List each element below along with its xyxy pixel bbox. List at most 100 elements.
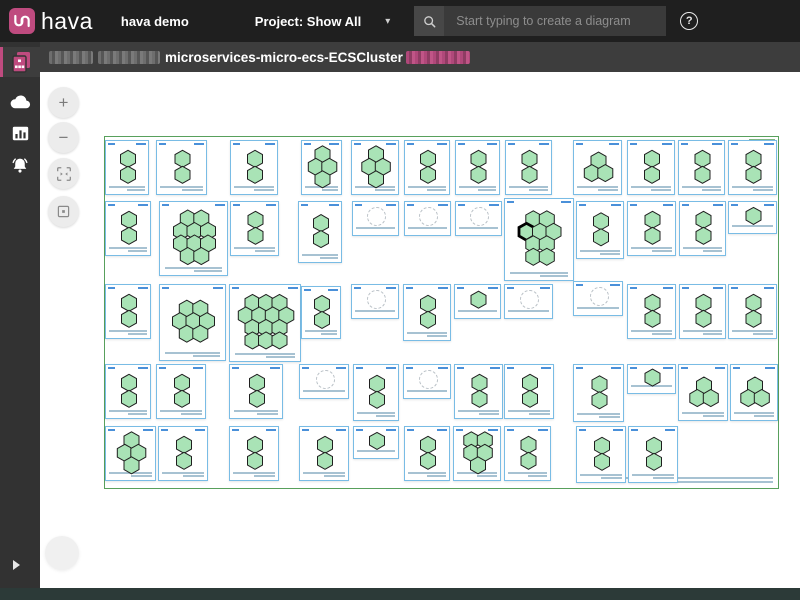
- subnet-box[interactable]: [728, 140, 777, 195]
- subnet-box[interactable]: [504, 364, 554, 419]
- zoom-in-button[interactable]: +: [48, 87, 79, 118]
- resource-hexagon[interactable]: [746, 166, 761, 183]
- subnet-box[interactable]: [301, 140, 342, 195]
- help-icon[interactable]: ?: [680, 12, 698, 30]
- resource-hexagon[interactable]: [526, 248, 541, 265]
- resource-hexagon[interactable]: [124, 457, 139, 474]
- subnet-box[interactable]: [353, 426, 399, 459]
- diagram-canvas[interactable]: + −: [40, 72, 800, 588]
- resource-hexagon[interactable]: [592, 392, 607, 409]
- resource-hexagon[interactable]: [645, 294, 660, 311]
- subnet-box[interactable]: [229, 284, 301, 362]
- resource-hexagon[interactable]: [521, 436, 536, 453]
- resource-hexagon[interactable]: [645, 166, 660, 183]
- resource-hexagon[interactable]: [471, 291, 486, 308]
- subnet-box[interactable]: [404, 426, 450, 481]
- resource-hexagon[interactable]: [122, 211, 137, 228]
- resource-hexagon[interactable]: [584, 165, 599, 182]
- resource-hexagon[interactable]: [421, 150, 436, 167]
- zoom-out-button[interactable]: −: [48, 122, 79, 153]
- resource-hexagon[interactable]: [645, 150, 660, 167]
- resource-hexagon[interactable]: [259, 332, 274, 349]
- resource-hexagon[interactable]: [695, 166, 710, 183]
- resource-hexagon[interactable]: [539, 248, 554, 265]
- resource-hexagon[interactable]: [421, 452, 436, 469]
- subnet-box[interactable]: [351, 140, 399, 195]
- subnet-box[interactable]: [627, 284, 676, 339]
- resource-hexagon[interactable]: [122, 310, 137, 327]
- resource-hexagon[interactable]: [421, 295, 436, 312]
- subnet-box[interactable]: [627, 140, 675, 195]
- resource-hexagon[interactable]: [122, 374, 137, 391]
- subnet-box[interactable]: [156, 140, 207, 195]
- subnet-box[interactable]: [352, 201, 399, 236]
- subnet-box[interactable]: [455, 140, 500, 195]
- floating-action-button[interactable]: [45, 536, 79, 570]
- resource-hexagon[interactable]: [523, 374, 538, 391]
- resource-hexagon[interactable]: [318, 436, 333, 453]
- hava-logo[interactable]: hava: [9, 8, 93, 35]
- subnet-box[interactable]: [679, 201, 726, 256]
- resource-hexagon[interactable]: [177, 452, 192, 469]
- subnet-box[interactable]: [229, 364, 283, 419]
- search-icon[interactable]: [414, 6, 444, 36]
- sidebar-item-stats[interactable]: [0, 118, 40, 148]
- resource-hexagon[interactable]: [122, 227, 137, 244]
- resource-hexagon[interactable]: [175, 150, 190, 167]
- resource-hexagon[interactable]: [598, 165, 613, 182]
- resource-hexagon[interactable]: [248, 452, 263, 469]
- subnet-box[interactable]: [230, 140, 278, 195]
- subnet-box[interactable]: [105, 364, 151, 419]
- subnet-box[interactable]: [454, 284, 501, 319]
- resource-hexagon[interactable]: [471, 457, 486, 474]
- subnet-box[interactable]: [504, 198, 574, 281]
- resource-hexagon[interactable]: [245, 332, 260, 349]
- subnet-box[interactable]: [105, 426, 156, 481]
- resource-hexagon[interactable]: [746, 150, 761, 167]
- resource-hexagon[interactable]: [248, 436, 263, 453]
- resource-hexagon[interactable]: [248, 166, 263, 183]
- resource-hexagon[interactable]: [696, 227, 711, 244]
- resource-hexagon[interactable]: [696, 294, 711, 311]
- subnet-box[interactable]: [678, 364, 728, 421]
- sidebar-expand-arrow-icon[interactable]: [13, 560, 20, 570]
- subnet-box[interactable]: [728, 201, 777, 234]
- resource-hexagon[interactable]: [314, 231, 329, 248]
- zoom-actual-size-button[interactable]: [48, 196, 79, 227]
- subnet-box[interactable]: [105, 284, 151, 339]
- ecs-cluster-container[interactable]: [104, 136, 779, 489]
- subnet-box[interactable]: [455, 201, 502, 236]
- resource-hexagon[interactable]: [592, 376, 607, 393]
- resource-hexagon[interactable]: [370, 432, 385, 449]
- subnet-box[interactable]: [105, 140, 149, 195]
- resource-hexagon[interactable]: [121, 166, 136, 183]
- resource-hexagon[interactable]: [472, 374, 487, 391]
- resource-hexagon[interactable]: [471, 166, 486, 183]
- zoom-fit-button[interactable]: [48, 158, 79, 189]
- subnet-box[interactable]: [505, 140, 552, 195]
- resource-hexagon[interactable]: [645, 227, 660, 244]
- subnet-box[interactable]: [628, 426, 678, 483]
- subnet-box[interactable]: [730, 364, 778, 421]
- resource-hexagon[interactable]: [248, 150, 263, 167]
- subnet-box[interactable]: [504, 284, 553, 319]
- subnet-box[interactable]: [298, 201, 342, 263]
- subnet-box[interactable]: [230, 201, 279, 256]
- resource-hexagon[interactable]: [315, 295, 330, 312]
- resource-hexagon[interactable]: [369, 171, 384, 188]
- resource-hexagon[interactable]: [523, 390, 538, 407]
- resource-hexagon[interactable]: [595, 453, 610, 470]
- resource-hexagon[interactable]: [177, 436, 192, 453]
- resource-hexagon[interactable]: [703, 390, 718, 407]
- subnet-box[interactable]: [301, 286, 341, 339]
- subnet-box[interactable]: [156, 364, 206, 419]
- resource-hexagon[interactable]: [696, 211, 711, 228]
- resource-hexagon[interactable]: [248, 211, 263, 228]
- resource-hexagon[interactable]: [695, 150, 710, 167]
- resource-hexagon[interactable]: [741, 390, 756, 407]
- resource-hexagon[interactable]: [179, 325, 194, 342]
- subnet-box[interactable]: [403, 284, 451, 341]
- resource-hexagon[interactable]: [315, 311, 330, 328]
- resource-hexagon[interactable]: [471, 150, 486, 167]
- subnet-box[interactable]: [229, 426, 279, 481]
